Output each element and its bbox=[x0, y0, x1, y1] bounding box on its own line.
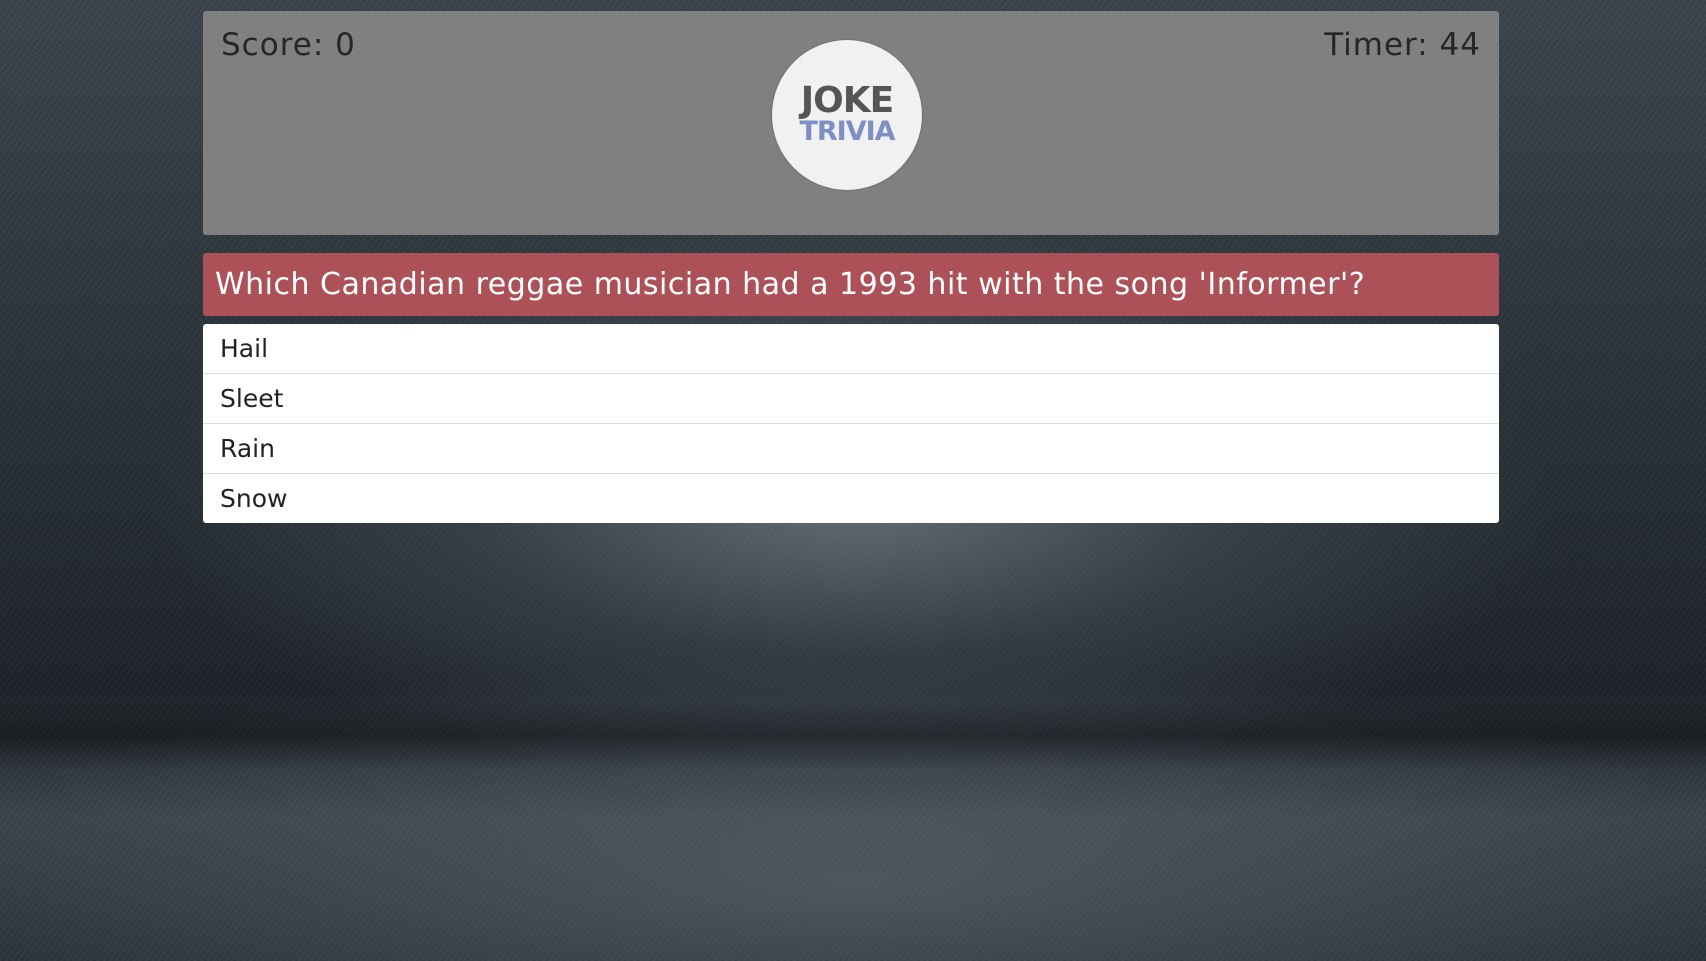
answer-option-sleet[interactable]: Sleet bbox=[203, 374, 1499, 424]
question-text: Which Canadian reggae musician had a 199… bbox=[203, 253, 1499, 316]
logo-text-joke: JOKE bbox=[800, 80, 895, 121]
answer-list: Hail Sleet Rain Snow bbox=[203, 324, 1499, 523]
answer-option-snow[interactable]: Snow bbox=[203, 474, 1499, 523]
background-floor-shadow bbox=[0, 700, 1706, 770]
score-display: Score: 0 bbox=[221, 27, 356, 63]
trivia-container: Score: 0 JOKE TRIVIA Timer: 44 Which Can… bbox=[203, 11, 1499, 523]
answer-option-rain[interactable]: Rain bbox=[203, 424, 1499, 474]
timer-display: Timer: 44 bbox=[1324, 27, 1481, 63]
joke-trivia-logo: JOKE TRIVIA bbox=[772, 40, 922, 190]
logo-text-trivia: TRIVIA bbox=[799, 116, 895, 147]
answer-option-hail[interactable]: Hail bbox=[203, 324, 1499, 374]
game-header: Score: 0 JOKE TRIVIA Timer: 44 bbox=[203, 11, 1499, 235]
